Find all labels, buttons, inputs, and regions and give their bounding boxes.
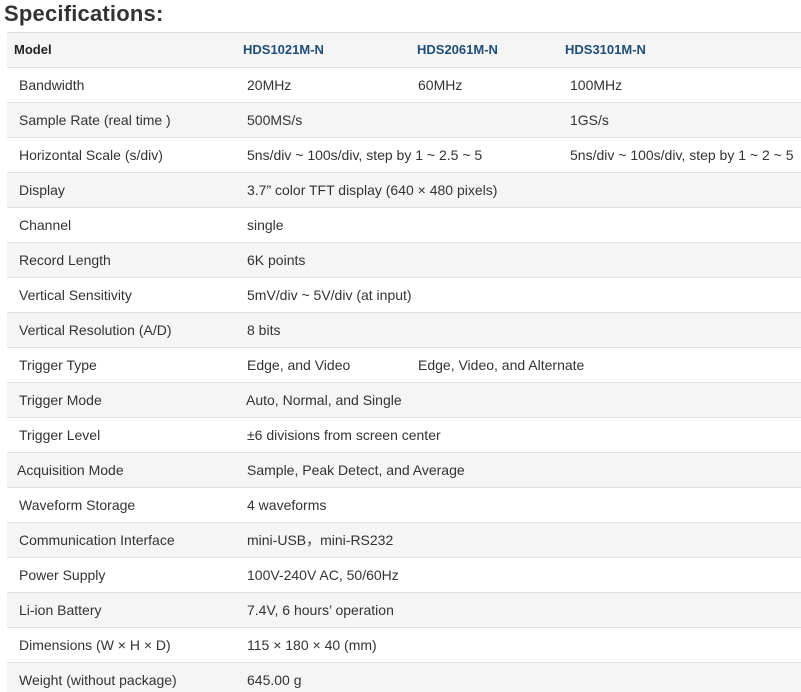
spec-value-hds1021m-n: Edge, and Video — [247, 357, 351, 373]
spec-row-vertical-resolution: Vertical Resolution (A/D) 8 bits — [7, 312, 801, 347]
spec-value-hds2061m-n: 60MHz — [418, 77, 463, 93]
spec-label: Display — [19, 182, 65, 198]
spec-label: Acquisition Mode — [17, 462, 124, 478]
spec-row-record-length: Record Length 6K points — [7, 242, 801, 277]
spec-row-acquisition-mode: Acquisition Mode Sample, Peak Detect, an… — [7, 452, 801, 487]
spec-row-trigger-mode: Trigger Mode Auto, Normal, and Single — [7, 382, 801, 417]
spec-label: Channel — [19, 217, 72, 233]
spec-value-hds3101m-n: 1GS/s — [570, 112, 609, 128]
spec-label: Horizontal Scale (s/div) — [19, 147, 163, 163]
spec-label: Li-ion Battery — [19, 602, 102, 618]
specifications-table: Model HDS1021M-N HDS2061M-N HDS3101M-N B… — [7, 32, 801, 692]
spec-value-all-models: 8 bits — [247, 322, 281, 338]
spec-label: Dimensions (W × H × D) — [19, 637, 171, 653]
table-header-row: Model HDS1021M-N HDS2061M-N HDS3101M-N — [7, 32, 801, 67]
spec-value-all-models: 5mV/div ~ 5V/div (at input) — [247, 287, 412, 303]
spec-label: Trigger Level — [19, 427, 101, 443]
spec-value-all-models: single — [247, 217, 284, 233]
spec-value-hds1021m-n: 500MS/s — [247, 112, 303, 128]
spec-label: Trigger Mode — [19, 392, 102, 408]
spec-value-all-models: 115 × 180 × 40 (mm) — [247, 637, 377, 653]
spec-label: Waveform Storage — [19, 497, 136, 513]
spec-value-hds1021m-n: 20MHz — [247, 77, 292, 93]
spec-row-vertical-sensitivity: Vertical Sensitivity 5mV/div ~ 5V/div (a… — [7, 277, 801, 312]
spec-value-all-models: 645.00 g — [247, 672, 302, 688]
page-title: Specifications: — [4, 1, 164, 26]
spec-row-bandwidth: Bandwidth 20MHz 60MHz 100MHz — [7, 67, 801, 102]
spec-value-hds2061m-n-hds3101m-n: Edge, Video, and Alternate — [418, 357, 585, 373]
spec-label: Vertical Sensitivity — [19, 287, 132, 303]
header-model-hds3101m-n: HDS3101M-N — [565, 42, 646, 57]
spec-label: Record Length — [19, 252, 111, 268]
spec-label: Power Supply — [19, 567, 106, 583]
spec-row-trigger-type: Trigger Type Edge, and Video Edge, Video… — [7, 347, 801, 382]
spec-row-power-supply: Power Supply 100V-240V AC, 50/60Hz — [7, 557, 801, 592]
spec-value-hds3101m-n: 5ns/div ~ 100s/div, step by 1 ~ 2 ~ 5 — [570, 147, 794, 163]
spec-row-weight: Weight (without package) 645.00 g — [7, 662, 801, 692]
spec-row-communication-interface: Communication Interface mini-USB，mini-RS… — [7, 522, 801, 557]
spec-value-all-models: ±6 divisions from screen center — [247, 427, 441, 443]
spec-value-all-models: 6K points — [247, 252, 306, 268]
spec-row-li-ion-battery: Li-ion Battery 7.4V, 6 hours’ operation — [7, 592, 801, 627]
header-model-label: Model — [14, 42, 52, 57]
spec-label: Communication Interface — [19, 532, 175, 548]
spec-value-all-models: 4 waveforms — [247, 497, 327, 513]
spec-row-horizontal-scale: Horizontal Scale (s/div) 5ns/div ~ 100s/… — [7, 137, 801, 172]
spec-value-all-models: Sample, Peak Detect, and Average — [247, 462, 465, 478]
spec-value-all-models: 7.4V, 6 hours’ operation — [247, 602, 394, 618]
spec-value-all-models: 3.7” color TFT display (640 × 480 pixels… — [247, 182, 498, 198]
spec-value-hds1021m-n: 5ns/div ~ 100s/div, step by 1 ~ 2.5 ~ 5 — [247, 147, 483, 163]
spec-value-hds3101m-n: 100MHz — [570, 77, 623, 93]
spec-row-sample-rate: Sample Rate (real time ) 500MS/s 1GS/s — [7, 102, 801, 137]
spec-value-all-models: mini-USB，mini-RS232 — [247, 532, 394, 548]
spec-label: Sample Rate (real time ) — [19, 112, 171, 128]
spec-row-trigger-level: Trigger Level ±6 divisions from screen c… — [7, 417, 801, 452]
spec-row-dimensions: Dimensions (W × H × D) 115 × 180 × 40 (m… — [7, 627, 801, 662]
spec-label: Bandwidth — [19, 77, 85, 93]
header-model-hds1021m-n: HDS1021M-N — [243, 42, 324, 57]
spec-row-waveform-storage: Waveform Storage 4 waveforms — [7, 487, 801, 522]
spec-value-all-models: 100V-240V AC, 50/60Hz — [247, 567, 399, 583]
header-model-hds2061m-n: HDS2061M-N — [417, 42, 498, 57]
spec-label: Trigger Type — [19, 357, 97, 373]
spec-row-channel: Channel single — [7, 207, 801, 242]
spec-label: Vertical Resolution (A/D) — [19, 322, 172, 338]
spec-value-all-models: Auto, Normal, and Single — [246, 392, 402, 408]
spec-label: Weight (without package) — [19, 672, 177, 688]
spec-row-display: Display 3.7” color TFT display (640 × 48… — [7, 172, 801, 207]
